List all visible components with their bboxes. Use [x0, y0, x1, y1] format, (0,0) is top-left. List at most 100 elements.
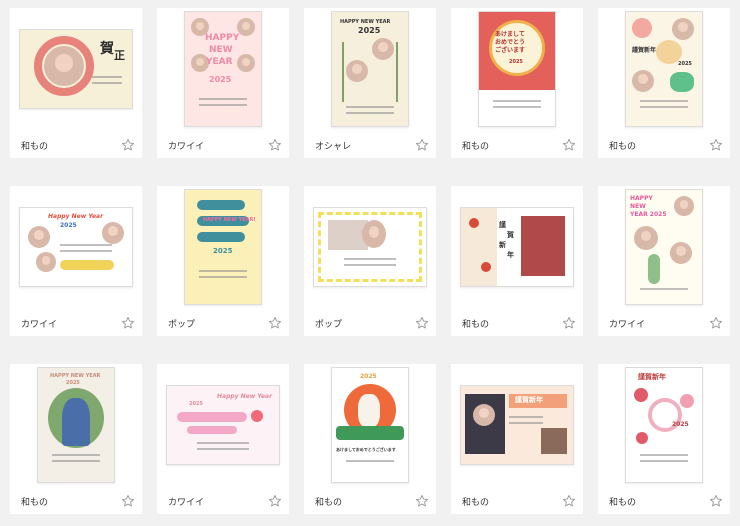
thumb-text: 2025 — [209, 75, 232, 84]
greeting-lines — [509, 416, 543, 418]
template-card[interactable]: 賀 正 和もの — [10, 8, 142, 158]
card-thumbnail[interactable]: 賀 正 — [19, 29, 133, 109]
greeting-lines — [639, 460, 689, 462]
card-thumbnail-area[interactable]: 謹 賀 新 年 — [451, 186, 583, 308]
template-card[interactable]: 謹賀新年 和もの — [451, 364, 583, 514]
card-thumbnail[interactable]: HAPPY NEW YEAR 2025 — [625, 189, 703, 305]
photo-circle — [36, 252, 56, 272]
card-thumbnail[interactable] — [313, 207, 427, 287]
thumb-text: 年 — [507, 251, 514, 259]
photo-circle — [670, 242, 692, 264]
template-card[interactable]: HAPPY NEW YEAR! 2025 ポップ — [157, 186, 289, 336]
card-thumbnail-area[interactable] — [304, 186, 436, 308]
flower-decoration — [636, 432, 648, 444]
thumb-text: 賀 — [507, 231, 514, 239]
snake-decoration — [187, 426, 237, 434]
card-thumbnail-area[interactable]: 2025 あけましておめでとうございます — [304, 364, 436, 486]
card-thumbnail[interactable]: Happy New Year 2025 — [19, 207, 133, 287]
thumb-text: あけまして — [495, 31, 525, 38]
thumb-text: 2025 — [672, 421, 689, 428]
greeting-lines — [51, 454, 101, 456]
thumb-text: 2025 — [66, 380, 80, 386]
photo-circle — [672, 18, 694, 40]
card-thumbnail-area[interactable]: HAPPY NEW YEAR 2025 — [157, 8, 289, 130]
photo-circle — [632, 70, 654, 92]
card-thumbnail-area[interactable]: HAPPY NEW YEAR 2025 — [598, 186, 730, 308]
greeting-lines — [509, 422, 543, 424]
card-thumbnail[interactable]: HAPPY NEW YEAR 2025 — [37, 367, 115, 483]
favorite-star-icon[interactable] — [708, 137, 724, 153]
favorite-star-icon[interactable] — [267, 137, 283, 153]
card-thumbnail[interactable]: 謹 賀 新 年 — [460, 207, 574, 287]
favorite-star-icon[interactable] — [267, 493, 283, 509]
favorite-star-icon[interactable] — [414, 493, 430, 509]
thumb-text: おめでとう — [495, 39, 526, 46]
card-thumbnail[interactable]: 謹賀新年 2025 — [625, 367, 703, 483]
card-thumbnail-area[interactable]: HAPPY NEW YEAR 2025 — [10, 364, 142, 486]
template-card[interactable]: HAPPY NEW YEAR 2025 和もの — [10, 364, 142, 514]
template-card[interactable]: ポップ — [304, 186, 436, 336]
flower-decoration — [680, 394, 694, 408]
favorite-star-icon[interactable] — [561, 137, 577, 153]
greeting-lines — [198, 276, 248, 278]
favorite-star-icon[interactable] — [414, 137, 430, 153]
thumb-text: あけましておめでとうございます — [336, 447, 396, 452]
card-thumbnail-area[interactable]: Happy New Year 2025 — [10, 186, 142, 308]
card-thumbnail[interactable]: HAPPY NEW YEAR 2025 — [184, 11, 262, 127]
card-category-label: 和もの — [609, 498, 637, 508]
thumb-text: 2025 — [60, 222, 77, 229]
greeting-lines — [344, 264, 396, 266]
template-card[interactable]: あけまして おめでとう ございます 2025 和もの — [451, 8, 583, 158]
greeting-lines — [92, 76, 122, 78]
favorite-star-icon[interactable] — [561, 493, 577, 509]
thumb-text: HAPPY NEW YEAR — [340, 19, 391, 25]
card-thumbnail[interactable]: HAPPY NEW YEAR 2025 — [331, 11, 409, 127]
thumb-text: ございます — [495, 47, 526, 54]
card-thumbnail[interactable]: 謹賀新年 — [460, 385, 574, 465]
vine-decoration — [342, 42, 344, 102]
card-category-label: オシャレ — [315, 142, 352, 152]
card-thumbnail[interactable]: あけまして おめでとう ございます 2025 — [478, 11, 556, 127]
favorite-star-icon[interactable] — [120, 315, 136, 331]
favorite-star-icon[interactable] — [561, 315, 577, 331]
card-thumbnail-area[interactable]: HAPPY NEW YEAR! 2025 — [157, 186, 289, 308]
card-thumbnail-area[interactable]: 謹賀新年 2025 — [598, 8, 730, 130]
favorite-star-icon[interactable] — [120, 493, 136, 509]
card-thumbnail-area[interactable]: 謹賀新年 2025 — [598, 364, 730, 486]
card-thumbnail-area[interactable]: Happy New Year 2025 — [157, 364, 289, 486]
card-category-label: ポップ — [315, 320, 343, 330]
template-card[interactable]: Happy New Year 2025 カワイイ — [10, 186, 142, 336]
greeting-lines — [51, 460, 101, 462]
favorite-star-icon[interactable] — [120, 137, 136, 153]
card-thumbnail[interactable]: 謹賀新年 2025 — [625, 11, 703, 127]
favorite-star-icon[interactable] — [414, 315, 430, 331]
template-card[interactable]: HAPPY NEW YEAR 2025 カワイイ — [598, 186, 730, 336]
card-thumbnail[interactable]: 2025 あけましておめでとうございます — [331, 367, 409, 483]
card-category-label: ポップ — [168, 320, 196, 330]
template-card[interactable]: 2025 あけましておめでとうございます 和もの — [304, 364, 436, 514]
template-card[interactable]: 謹賀新年 2025 和もの — [598, 8, 730, 158]
greeting-lines — [198, 104, 248, 106]
card-thumbnail-area[interactable]: HAPPY NEW YEAR 2025 — [304, 8, 436, 130]
greeting-lines — [60, 250, 112, 252]
snake-decoration — [177, 412, 247, 422]
template-card[interactable]: 謹 賀 新 年 和もの — [451, 186, 583, 336]
greeting-lines — [198, 98, 248, 100]
greeting-lines — [639, 106, 689, 108]
vine-decoration — [396, 42, 398, 102]
favorite-star-icon[interactable] — [708, 493, 724, 509]
thumb-text: 謹賀新年 — [638, 373, 666, 381]
template-card[interactable]: HAPPY NEW YEAR 2025 オシャレ — [304, 8, 436, 158]
card-thumbnail[interactable]: HAPPY NEW YEAR! 2025 — [184, 189, 262, 305]
template-card[interactable]: Happy New Year 2025 カワイイ — [157, 364, 289, 514]
favorite-star-icon[interactable] — [267, 315, 283, 331]
favorite-star-icon[interactable] — [708, 315, 724, 331]
card-thumbnail-area[interactable]: あけまして おめでとう ございます 2025 — [451, 8, 583, 130]
card-thumbnail-area[interactable]: 賀 正 — [10, 8, 142, 130]
template-card[interactable]: 謹賀新年 2025 和もの — [598, 364, 730, 514]
greeting-lines — [345, 460, 395, 462]
greeting-lines — [197, 448, 249, 450]
card-thumbnail[interactable]: Happy New Year 2025 — [166, 385, 280, 465]
card-thumbnail-area[interactable]: 謹賀新年 — [451, 364, 583, 486]
template-card[interactable]: HAPPY NEW YEAR 2025 カワイイ — [157, 8, 289, 158]
